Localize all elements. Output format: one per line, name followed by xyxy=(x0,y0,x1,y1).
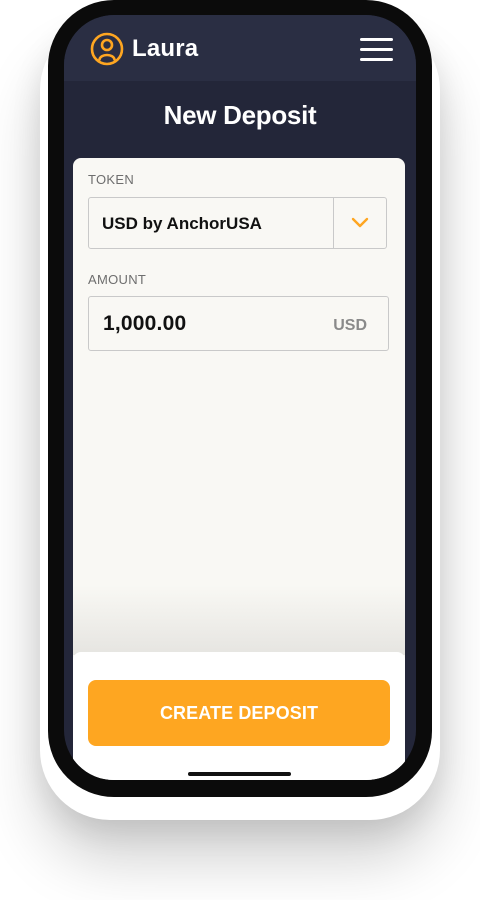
token-select[interactable]: USD by AnchorUSA xyxy=(88,197,387,249)
menu-line xyxy=(360,58,393,61)
bottom-action-panel: CREATE DEPOSIT xyxy=(73,652,405,780)
amount-input[interactable]: 1,000.00 USD xyxy=(88,296,389,351)
home-indicator xyxy=(188,772,291,776)
select-divider xyxy=(333,198,334,248)
stage: Laura New Deposit TOKEN USD by AnchorUSA… xyxy=(0,0,480,900)
app-screen: Laura New Deposit TOKEN USD by AnchorUSA… xyxy=(64,15,416,780)
chevron-down-icon[interactable] xyxy=(351,217,369,229)
amount-value: 1,000.00 xyxy=(103,312,187,335)
top-bar: Laura xyxy=(64,15,416,81)
menu-line xyxy=(360,38,393,41)
amount-unit: USD xyxy=(333,317,367,334)
create-deposit-button[interactable]: CREATE DEPOSIT xyxy=(88,680,390,746)
user-profile[interactable]: Laura xyxy=(90,32,198,66)
amount-label: AMOUNT xyxy=(88,272,147,287)
hamburger-menu-icon[interactable] xyxy=(360,38,393,62)
username: Laura xyxy=(132,35,199,62)
token-select-value: USD by AnchorUSA xyxy=(102,214,262,233)
menu-line xyxy=(360,48,393,51)
user-circle-icon xyxy=(90,32,124,66)
page-title: New Deposit xyxy=(163,100,317,130)
token-label: TOKEN xyxy=(88,172,135,187)
card-fade xyxy=(73,585,405,655)
